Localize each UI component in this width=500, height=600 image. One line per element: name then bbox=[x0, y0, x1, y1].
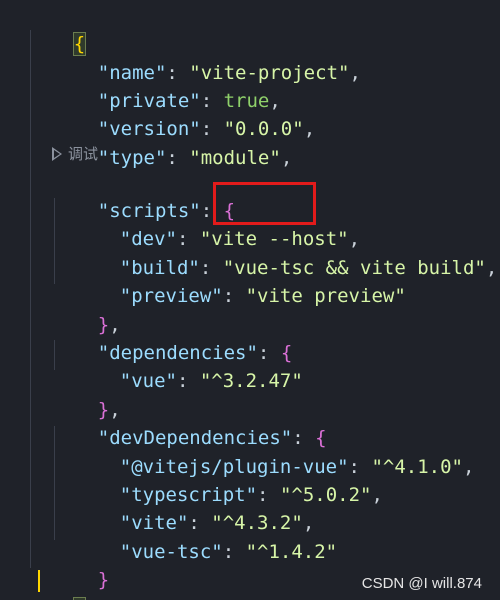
watermark: CSDN @I will.874 bbox=[361, 575, 482, 592]
code-line: "type": "module", bbox=[97, 147, 293, 169]
code-line: } bbox=[52, 538, 109, 591]
code-line: "@vitejs/plugin-vue": "^4.1.0", bbox=[119, 456, 475, 478]
code-line: }, bbox=[97, 314, 121, 336]
code-line: "scripts": { bbox=[97, 200, 236, 222]
json-value: "^4.1.0" bbox=[371, 456, 463, 478]
json-value: "^1.4.2" bbox=[245, 541, 338, 563]
json-value: "vite preview" bbox=[245, 285, 406, 307]
code-line: "preview": "vite preview" bbox=[119, 285, 406, 307]
code-line: }, bbox=[97, 399, 121, 421]
debug-label: 调试 bbox=[68, 145, 99, 163]
json-value: "^3.2.47" bbox=[199, 370, 303, 392]
code-line: "name": "vite-project", bbox=[97, 62, 361, 84]
code-line: "devDependencies": { bbox=[97, 427, 327, 449]
code-line: "private": true, bbox=[97, 90, 281, 112]
annotation-highlight-box bbox=[213, 182, 316, 225]
json-key: "preview" bbox=[119, 285, 223, 307]
code-line: "dependencies": { bbox=[97, 342, 293, 364]
json-key: "type" bbox=[97, 147, 167, 169]
code-line: "vue-tsc": "^1.4.2" bbox=[119, 541, 338, 563]
code-line: "vue": "^3.2.47" bbox=[119, 370, 303, 392]
code-editor[interactable]: { "name": "vite-project", "private": tru… bbox=[0, 0, 500, 600]
json-key: "vue-tsc" bbox=[119, 541, 223, 563]
play-icon bbox=[52, 147, 62, 161]
debug-codelens[interactable]: 调试 bbox=[52, 143, 98, 165]
json-value: "module" bbox=[189, 147, 281, 169]
code-line: } bbox=[28, 567, 87, 600]
indent-guide bbox=[30, 30, 31, 568]
close-brace: } bbox=[97, 569, 110, 591]
code-line: { bbox=[28, 2, 87, 56]
text-cursor bbox=[38, 570, 40, 592]
json-key: "vue" bbox=[119, 370, 177, 392]
code-line: "vite": "^4.3.2", bbox=[119, 512, 315, 534]
code-line: "typescript": "^5.0.2", bbox=[119, 484, 383, 506]
code-line: "build": "vue-tsc && vite build", bbox=[119, 257, 498, 279]
code-line: "version": "0.0.0", bbox=[97, 118, 316, 140]
